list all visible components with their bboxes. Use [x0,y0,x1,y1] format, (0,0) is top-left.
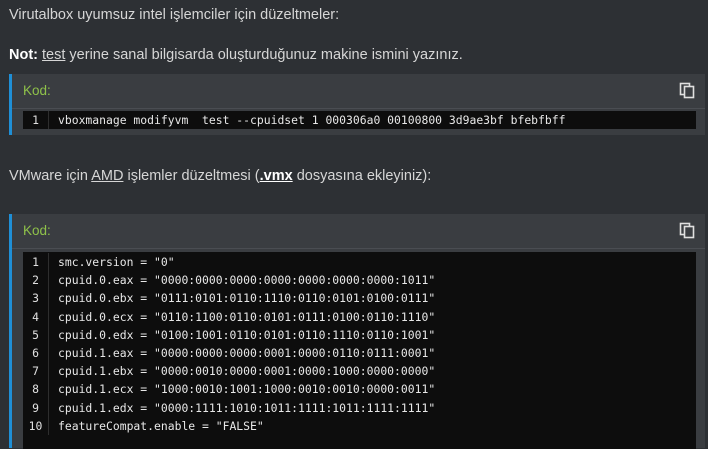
amd-link[interactable]: AMD [91,168,123,184]
line-number: 8 [23,380,49,399]
code-text[interactable]: featureCompat.enable = "FALSE" [58,419,264,433]
code-text[interactable]: cpuid.0.edx = "0100:1001:0110:0101:0110:… [58,328,435,342]
note-link[interactable]: test [42,47,65,63]
code-text[interactable]: cpuid.1.eax = "0000:0000:0000:0001:0000:… [58,346,435,360]
code-line: 5 cpuid.0.edx = "0100:1001:0110:0101:0110… [23,325,696,344]
code-header-2: Kod: [12,214,705,249]
intro-note: Not: test yerine sanal bilgisarda oluştu… [9,47,463,63]
code-line: 6 cpuid.1.eax = "0000:0000:0000:0001:0000… [23,343,696,363]
code-text[interactable]: cpuid.0.eax = "0000:0000:0000:0000:0000:… [58,273,435,287]
code-line: 2 cpuid.0.eax = "0000:0000:0000:0000:0000… [23,271,696,290]
vmware-post: dosyasına ekleyiniz): [292,168,432,184]
code-text[interactable]: cpuid.1.ecx = "1000:0010:1001:1000:0010:… [58,382,435,396]
code-block-1: Kod: 1 vboxmanage modifyvm test --cpuidse… [9,74,705,135]
code-line: 10 featureCompat.enable = "FALSE" [23,416,696,435]
note-bold-label: Not: [9,47,38,63]
note-text: yerine sanal bilgisarda oluşturduğunuz m… [65,47,463,63]
vmx-link[interactable]: .vmx [260,168,293,184]
code-line: 9 cpuid.1.edx = "0000:1111:1010:1011:1111… [23,398,696,417]
code-text[interactable]: cpuid.0.ecx = "0110:1100:0110:0101:0111:… [58,310,435,324]
line-number: 6 [23,343,49,363]
line-number: 2 [23,271,49,290]
vmware-mid: işlemler düzeltmesi ( [123,168,260,184]
code-line: 8 cpuid.1.ecx = "1000:0010:1001:1000:0010… [23,380,696,399]
code-area-2: 1 smc.version = "0" 2 cpuid.0.eax = "0000:0… [23,252,696,449]
line-number: 1 [23,111,49,130]
code-block-2: Kod: 1 smc.version = "0" 2 cpuid.0.eax = "0… [9,214,705,449]
copy-icon[interactable] [679,82,697,100]
code-line: 1 vboxmanage modifyvm test --cpuidset 1 0… [23,111,696,130]
code-line: 3 cpuid.0.ebx = "0111:0101:0110:1110:0110… [23,289,696,308]
vmware-pre: VMware için [9,168,92,184]
code-label-2: Kod: [23,223,51,238]
copy-icon[interactable] [679,222,697,240]
intro-heading: Virutalbox uyumsuz intel işlemciler için… [9,7,340,23]
line-number: 9 [23,398,49,417]
vmware-heading: VMware için AMD işlemler düzeltmesi (.vm… [9,168,431,184]
line-number: 3 [23,289,49,308]
code-text[interactable]: cpuid.1.ebx = "0000:0010:0000:0001:0000:… [58,364,435,378]
code-line: 7 cpuid.1.ebx = "0000:0010:0000:0001:0000… [23,362,696,381]
code-text[interactable]: cpuid.0.ebx = "0111:0101:0110:1110:0110:… [58,291,435,305]
code-text[interactable]: vboxmanage modifyvm test --cpuidset 1 00… [58,113,565,127]
code-area-1: 1 vboxmanage modifyvm test --cpuidset 1 0… [23,111,696,130]
code-line: 1 smc.version = "0" [23,253,696,272]
code-label-1: Kod: [23,83,51,98]
code-text[interactable]: smc.version = "0" [58,255,175,269]
line-number: 1 [23,253,49,272]
code-header-1: Kod: [12,74,705,109]
line-number: 10 [23,416,49,435]
line-number: 5 [23,325,49,344]
line-number: 7 [23,362,49,381]
code-line: 4 cpuid.0.ecx = "0110:1100:0110:0101:0111… [23,307,696,326]
code-text[interactable]: cpuid.1.edx = "0000:1111:1010:1011:1111:… [58,401,435,415]
line-number: 4 [23,307,49,326]
